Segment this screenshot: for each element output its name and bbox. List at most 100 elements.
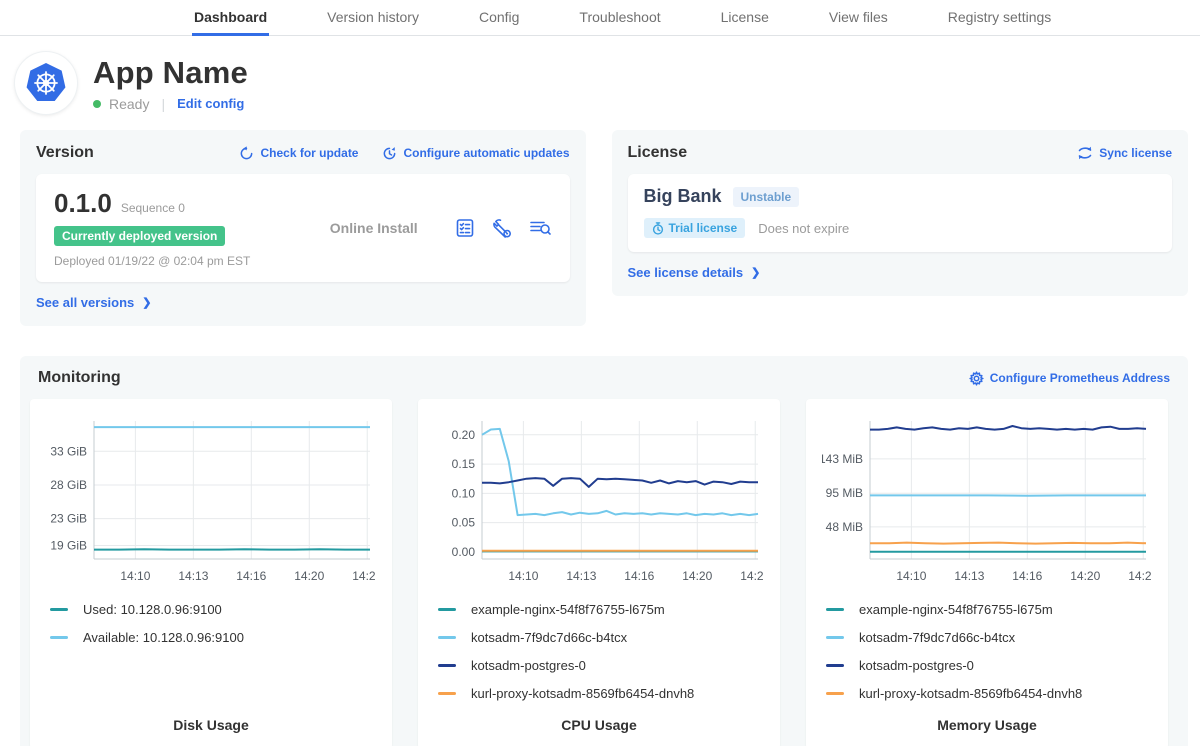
license-panel-title: License <box>628 144 688 162</box>
version-sequence: Sequence 0 <box>121 201 185 215</box>
currently-deployed-badge: Currently deployed version <box>54 226 225 246</box>
monitoring-panel-title: Monitoring <box>38 369 121 387</box>
cpu-usage-legend: example-nginx-54f8f76755-l675m kotsadm-7f… <box>434 595 764 707</box>
edit-config-link[interactable]: Edit config <box>177 96 244 111</box>
monitoring-panel: Monitoring Configure Prometheus Address … <box>20 356 1188 746</box>
svg-text:0.20: 0.20 <box>452 428 476 442</box>
svg-text:28 GiB: 28 GiB <box>50 478 87 492</box>
legend-color-dash-icon <box>438 608 456 611</box>
see-all-versions-link[interactable]: See all versions ❯ <box>36 295 152 310</box>
deployed-timestamp: Deployed 01/19/22 @ 02:04 pm EST <box>54 254 304 268</box>
chevron-right-icon: ❯ <box>751 266 760 279</box>
svg-text:23 GiB: 23 GiB <box>50 512 87 526</box>
sync-license-link[interactable]: Sync license <box>1077 146 1172 160</box>
svg-text:33 GiB: 33 GiB <box>50 444 87 458</box>
license-panel: License Sync license Big Bank Unstable <box>612 130 1189 296</box>
svg-text:14:16: 14:16 <box>1012 569 1042 583</box>
disk-usage-chart: 14:1014:1314:1614:2014:2333 GiB28 GiB23 … <box>46 413 376 587</box>
configure-prometheus-link[interactable]: Configure Prometheus Address <box>969 371 1170 386</box>
memory-usage-chart: 14:1014:1314:1614:2014:23143 MiB95 MiB48… <box>822 413 1152 587</box>
legend-label: kurl-proxy-kotsadm-8569fb6454-dnvh8 <box>471 686 694 701</box>
svg-text:14:10: 14:10 <box>120 569 150 583</box>
svg-text:14:16: 14:16 <box>236 569 266 583</box>
svg-text:14:10: 14:10 <box>896 569 926 583</box>
license-customer-name: Big Bank <box>644 186 722 207</box>
legend-color-dash-icon <box>50 636 68 639</box>
trial-license-badge: Trial license <box>644 218 746 238</box>
svg-text:14:20: 14:20 <box>294 569 324 583</box>
legend-item: example-nginx-54f8f76755-l675m <box>434 595 764 623</box>
svg-text:14:23: 14:23 <box>1128 569 1152 583</box>
legend-color-dash-icon <box>826 608 844 611</box>
tab-dashboard[interactable]: Dashboard <box>192 0 269 36</box>
tab-registry-settings[interactable]: Registry settings <box>946 0 1053 36</box>
legend-label: kotsadm-7f9dc7d66c-b4tcx <box>471 630 627 645</box>
svg-text:0.00: 0.00 <box>452 545 476 559</box>
cpu-usage-title: CPU Usage <box>434 707 764 737</box>
svg-text:0.15: 0.15 <box>452 457 476 471</box>
kubernetes-logo-icon <box>15 52 77 114</box>
svg-text:48 MiB: 48 MiB <box>826 520 863 534</box>
stopwatch-icon <box>652 222 664 235</box>
legend-item: example-nginx-54f8f76755-l675m <box>822 595 1152 623</box>
memory-usage-legend: example-nginx-54f8f76755-l675m kotsadm-7f… <box>822 595 1152 707</box>
version-panel-title: Version <box>36 144 94 162</box>
tab-license[interactable]: License <box>719 0 771 36</box>
svg-text:14:13: 14:13 <box>178 569 208 583</box>
legend-color-dash-icon <box>438 636 456 639</box>
view-diff-icon[interactable] <box>528 217 552 239</box>
chevron-right-icon: ❯ <box>142 296 151 309</box>
legend-color-dash-icon <box>826 692 844 695</box>
svg-text:14:16: 14:16 <box>624 569 654 583</box>
license-expiry-text: Does not expire <box>758 221 849 236</box>
install-type-label: Online Install <box>304 220 444 236</box>
svg-text:14:13: 14:13 <box>566 569 596 583</box>
legend-item: kotsadm-7f9dc7d66c-b4tcx <box>434 623 764 651</box>
disk-usage-title: Disk Usage <box>46 707 376 737</box>
current-version-card: 0.1.0 Sequence 0 Currently deployed vers… <box>36 174 570 282</box>
app-header: App Name Ready | Edit config <box>0 36 1200 124</box>
app-name-title: App Name <box>93 55 248 91</box>
legend-item: kotsadm-postgres-0 <box>822 651 1152 679</box>
legend-label: kotsadm-7f9dc7d66c-b4tcx <box>859 630 1015 645</box>
svg-text:14:20: 14:20 <box>682 569 712 583</box>
top-navigation: Dashboard Version history Config Trouble… <box>0 0 1200 36</box>
check-for-update-link[interactable]: Check for update <box>239 146 358 161</box>
svg-text:0.10: 0.10 <box>452 486 476 500</box>
svg-text:14:23: 14:23 <box>740 569 764 583</box>
see-license-details-link[interactable]: See license details ❯ <box>628 265 761 280</box>
legend-label: example-nginx-54f8f76755-l675m <box>471 602 665 617</box>
preflight-checks-icon[interactable] <box>454 217 476 239</box>
cpu-usage-chart: 14:10 14:13 14:16 14:20 14:23 0.20 0.15 0.10 0.0… <box>434 413 764 587</box>
refresh-icon <box>239 146 254 161</box>
legend-item: kurl-proxy-kotsadm-8569fb6454-dnvh8 <box>822 679 1152 707</box>
legend-item: kotsadm-7f9dc7d66c-b4tcx <box>822 623 1152 651</box>
legend-label: kotsadm-postgres-0 <box>859 658 974 673</box>
tab-version-history[interactable]: Version history <box>325 0 421 36</box>
channel-badge: Unstable <box>733 187 800 207</box>
edit-config-tools-icon[interactable] <box>491 217 513 239</box>
legend-item: kurl-proxy-kotsadm-8569fb6454-dnvh8 <box>434 679 764 707</box>
legend-label: Available: 10.128.0.96:9100 <box>83 630 244 645</box>
svg-text:95 MiB: 95 MiB <box>826 486 863 500</box>
version-panel: Version Check for update Configure au <box>20 130 586 326</box>
legend-color-dash-icon <box>438 664 456 667</box>
tab-view-files[interactable]: View files <box>827 0 890 36</box>
app-status-text: Ready <box>109 96 149 112</box>
disk-usage-legend: Used: 10.128.0.96:9100Available: 10.128.… <box>46 595 376 651</box>
memory-usage-title: Memory Usage <box>822 707 1152 737</box>
tab-troubleshoot[interactable]: Troubleshoot <box>577 0 662 36</box>
legend-label: kurl-proxy-kotsadm-8569fb6454-dnvh8 <box>859 686 1082 701</box>
configure-automatic-updates-link[interactable]: Configure automatic updates <box>382 146 569 161</box>
disk-usage-card: 14:1014:1314:1614:2014:2333 GiB28 GiB23 … <box>30 399 392 746</box>
version-number: 0.1.0 <box>54 188 112 219</box>
legend-color-dash-icon <box>826 664 844 667</box>
svg-text:14:10: 14:10 <box>508 569 538 583</box>
tab-config[interactable]: Config <box>477 0 521 36</box>
svg-text:143 MiB: 143 MiB <box>822 452 863 466</box>
legend-label: example-nginx-54f8f76755-l675m <box>859 602 1053 617</box>
cpu-usage-card: 14:10 14:13 14:16 14:20 14:23 0.20 0.15 0.10 0.0… <box>418 399 780 746</box>
svg-text:19 GiB: 19 GiB <box>50 539 87 553</box>
legend-item: Available: 10.128.0.96:9100 <box>46 623 376 651</box>
legend-color-dash-icon <box>826 636 844 639</box>
